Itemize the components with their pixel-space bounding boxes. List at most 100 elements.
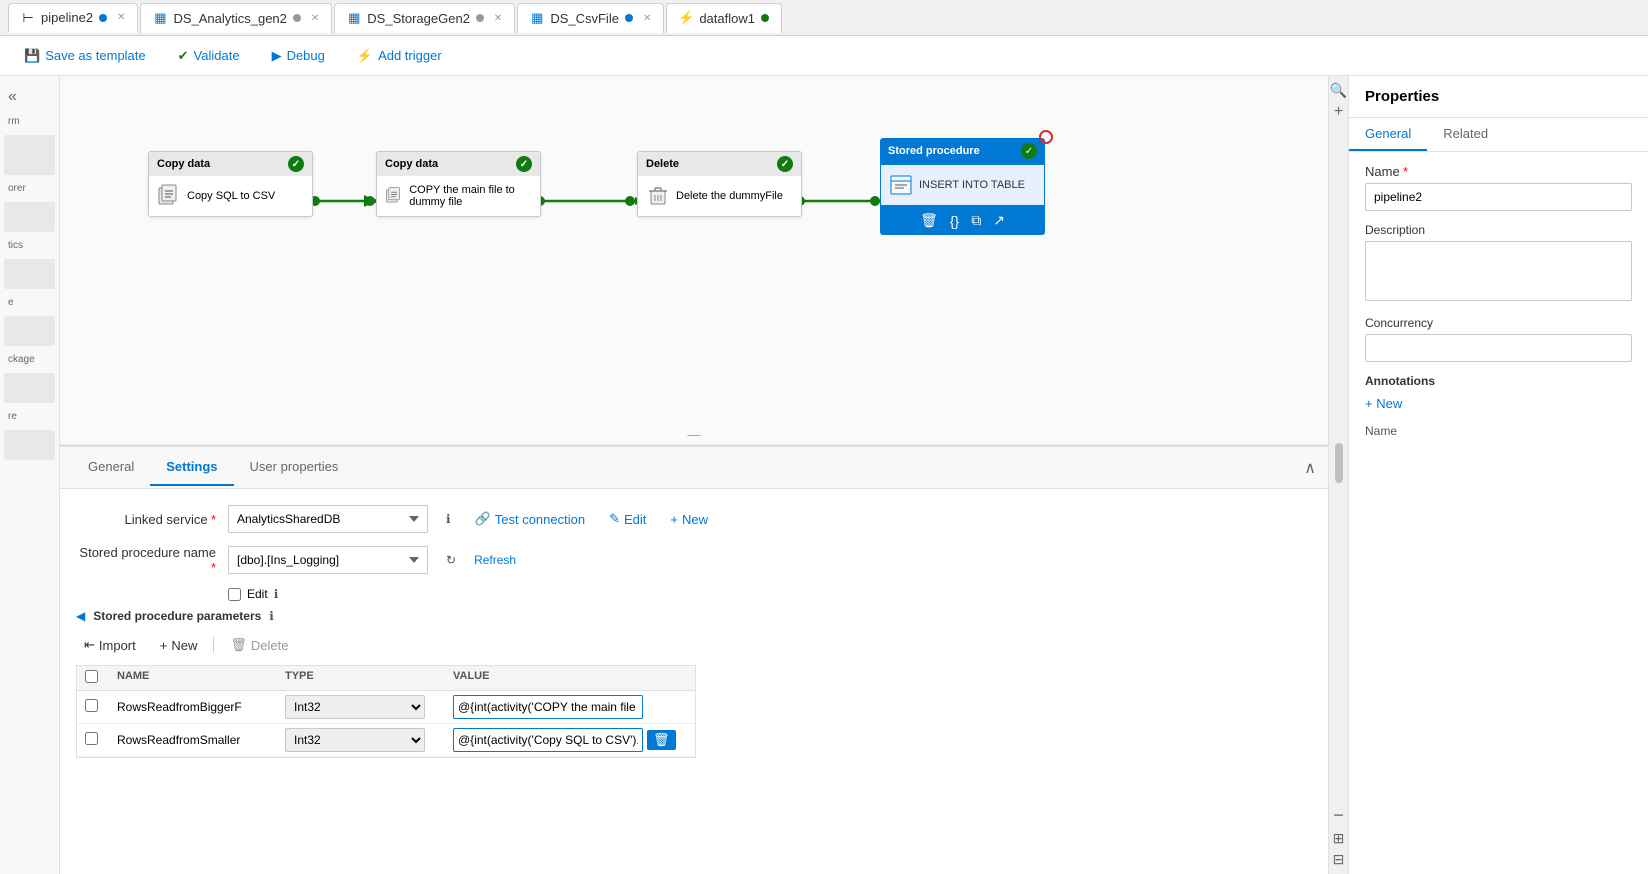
activity-name-copy1: Copy SQL to CSV — [187, 190, 275, 202]
collapse-icon: — — [688, 427, 701, 442]
sp-code-button[interactable]: {} — [946, 210, 963, 231]
linked-service-info-button[interactable]: ℹ — [440, 510, 457, 528]
activity-header-delete: Delete ✓ — [638, 152, 801, 176]
param-row-1: RowsReadfromBiggerF Int32 — [77, 691, 695, 724]
copy-data-icon-1 — [157, 184, 181, 208]
validate-button[interactable]: ✔ Validate — [170, 44, 248, 68]
sp-params-header[interactable]: ◀ Stored procedure parameters ℹ — [76, 609, 1312, 623]
tab-user-properties[interactable]: User properties — [234, 449, 355, 486]
tab-ds-csvfile[interactable]: ▦ DS_CsvFile ✕ — [517, 3, 664, 33]
panel-collapse-button[interactable]: ∧ — [1304, 458, 1316, 478]
param-type-select-2[interactable]: Int32 — [285, 728, 425, 752]
annotations-section-title: Annotations — [1365, 374, 1632, 388]
tab-ds-analytics[interactable]: ▦ DS_Analytics_gen2 ✕ — [140, 3, 332, 33]
param-checkbox-1[interactable] — [85, 699, 98, 712]
add-trigger-button[interactable]: ⚡ Add trigger — [349, 44, 450, 68]
tab-close-csvfile[interactable]: ✕ — [643, 13, 651, 24]
search-right-button[interactable]: 🔍 — [1328, 80, 1349, 101]
scroll-thumb[interactable] — [1335, 443, 1343, 483]
import-icon: ⇤ — [84, 637, 95, 653]
edit-checkbox-row: Edit ℹ — [228, 587, 1312, 601]
activity-delete[interactable]: Delete ✓ — [637, 151, 802, 217]
tab-label-ds-csvfile: DS_CsvFile — [550, 11, 619, 26]
tab-dot-storage — [476, 14, 484, 22]
name-input[interactable] — [1365, 183, 1632, 211]
add-right-button[interactable]: + — [1332, 101, 1345, 123]
param-check-1 — [85, 699, 109, 715]
sp-link-button[interactable]: ↗ — [989, 210, 1009, 231]
right-tab-general[interactable]: General — [1349, 118, 1427, 151]
tab-close-storage[interactable]: ✕ — [494, 13, 502, 24]
save-as-template-button[interactable]: 💾 Save as template — [16, 44, 154, 68]
stored-proc-select[interactable]: [dbo].[Ins_Logging] — [228, 546, 428, 574]
test-connection-button[interactable]: 🔗 Test connection — [469, 509, 592, 529]
activity-stored-proc[interactable]: Stored procedure ✓ INSERT INTO TABLE — [880, 138, 1045, 235]
canvas-collapse-handle[interactable]: — — [60, 425, 1328, 445]
pipeline-canvas[interactable]: Copy data ✓ Copy SQL to CSV — [60, 76, 1328, 446]
pipeline-icon: ⊢ — [21, 11, 35, 25]
sp-type-label: Stored procedure — [888, 145, 980, 157]
right-tab-related[interactable]: Related — [1427, 118, 1504, 151]
right-panel: Properties General Related Name * De — [1348, 76, 1648, 874]
param-value-wrapper-1 — [453, 695, 687, 719]
copy-data-icon-2 — [385, 184, 403, 208]
collapse-sidebar-button[interactable]: « — [4, 84, 55, 110]
param-value-wrapper-2: 🗑 — [453, 728, 687, 752]
linked-service-new-button[interactable]: + New — [664, 510, 714, 529]
sp-name: INSERT INTO TABLE — [919, 179, 1025, 191]
grid-button[interactable]: ⊟ — [1331, 849, 1347, 870]
properties-title: Properties — [1349, 76, 1648, 118]
settings-tab-label: Settings — [166, 459, 217, 474]
main-area: « rm orer tics e ckage re — [0, 76, 1648, 874]
new-param-button[interactable]: + New — [152, 634, 206, 657]
collapse-icon: « — [8, 88, 17, 106]
sp-params-section: ◀ Stored procedure parameters ℹ ⇤ Import… — [76, 609, 1312, 758]
param-checkbox-2[interactable] — [85, 732, 98, 745]
sidebar-section-ckage — [4, 373, 55, 403]
refresh-icon-btn[interactable]: ↻ — [440, 551, 462, 569]
tab-dataflow1[interactable]: ⚡ dataflow1 — [666, 3, 782, 33]
stored-proc-name-row: Stored procedure name * [dbo].[Ins_Loggi… — [76, 545, 1312, 575]
activity-copy-sql-csv[interactable]: Copy data ✓ Copy SQL to CSV — [148, 151, 313, 217]
activity-copy-main-file[interactable]: Copy data ✓ COPY the main file to dummy … — [376, 151, 541, 217]
param-value-input-2[interactable] — [453, 728, 643, 752]
select-all-checkbox[interactable] — [85, 670, 98, 683]
dataflow-icon: ⚡ — [679, 11, 693, 25]
add-annotation-button[interactable]: + New — [1365, 396, 1402, 411]
minus-right-button[interactable]: − — [1331, 803, 1346, 828]
param-check-2 — [85, 732, 109, 748]
params-table-header: NAME TYPE VALUE — [77, 666, 695, 691]
delete-param-button[interactable]: 🗑 Delete — [222, 633, 296, 657]
param-value-delete-btn-2[interactable]: 🗑 — [647, 730, 676, 750]
edit-checkbox[interactable] — [228, 588, 241, 601]
tab-general[interactable]: General — [72, 449, 150, 486]
sidebar-section-rm — [4, 135, 55, 175]
import-button[interactable]: ⇤ Import — [76, 633, 144, 657]
tab-ds-storage[interactable]: ▦ DS_StorageGen2 ✕ — [334, 3, 515, 33]
name-column-header: Name — [1365, 423, 1632, 438]
activity-status-copy2: ✓ — [516, 156, 532, 172]
description-textarea[interactable] — [1365, 241, 1632, 301]
tab-close-analytics[interactable]: ✕ — [311, 13, 319, 24]
tab-close-pipeline2[interactable]: ✕ — [117, 12, 125, 23]
fit-view-button[interactable]: ⊞ — [1331, 828, 1347, 849]
sp-copy-button[interactable]: ⧉ — [967, 210, 985, 231]
sidebar-item-orer: orer — [4, 181, 55, 196]
edit-label-ls: Edit — [624, 512, 646, 527]
linked-service-edit-button[interactable]: ✎ Edit — [603, 509, 652, 529]
param-type-select-1[interactable]: Int32 — [285, 695, 425, 719]
toolbar: 💾 Save as template ✔ Validate ▶ Debug ⚡ … — [0, 36, 1648, 76]
debug-button[interactable]: ▶ Debug — [264, 44, 333, 68]
concurrency-input[interactable] — [1365, 334, 1632, 362]
delete-icon — [646, 184, 670, 208]
tab-settings[interactable]: Settings — [150, 449, 233, 486]
activity-name-copy2: COPY the main file to dummy file — [409, 184, 532, 208]
sidebar-item-ckage: ckage — [4, 352, 55, 367]
linked-service-select[interactable]: AnalyticsSharedDB — [228, 505, 428, 533]
refresh-label[interactable]: Refresh — [474, 553, 516, 567]
param-value-input-1[interactable] — [453, 695, 643, 719]
tab-pipeline2[interactable]: ⊢ pipeline2 ✕ — [8, 3, 138, 33]
sp-delete-button[interactable]: 🗑 — [916, 210, 942, 231]
sidebar-item-re: re — [4, 409, 55, 424]
activity-body-copy1: Copy SQL to CSV — [149, 176, 312, 216]
